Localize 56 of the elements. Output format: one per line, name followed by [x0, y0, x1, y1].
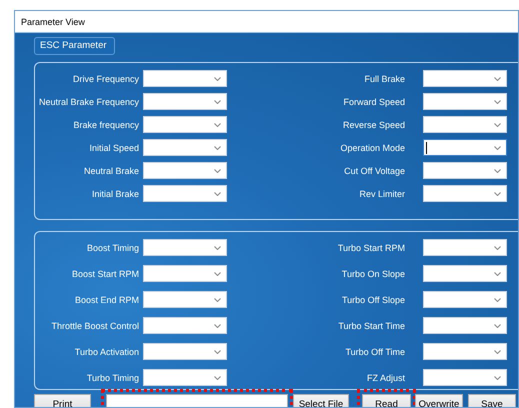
chevron-down-icon [494, 350, 501, 354]
field-label: Turbo Off Slope [340, 294, 406, 304]
field-label: Forward Speed [342, 96, 406, 106]
field-label: Turbo Timing [86, 372, 139, 382]
action-button[interactable]: Select File [293, 394, 349, 407]
action-button[interactable]: Read [362, 394, 411, 407]
chevron-down-icon [214, 272, 221, 276]
field-label: FZ Adjust [366, 372, 406, 382]
chevron-down-icon [214, 168, 221, 172]
chevron-down-icon [214, 298, 221, 302]
chevron-down-icon [214, 350, 221, 354]
chevron-down-icon [214, 246, 221, 250]
field-label: Full Brake [363, 74, 406, 84]
chevron-down-icon [214, 122, 221, 126]
chevron-down-icon [494, 246, 501, 250]
chevron-down-icon [494, 100, 501, 104]
action-button[interactable]: Print [34, 394, 91, 407]
chevron-down-icon [214, 146, 221, 150]
field-label: Boost Timing [86, 242, 139, 252]
field-label: Turbo Off Time [344, 346, 406, 356]
field-label: Turbo Activation [74, 346, 139, 356]
dropdown-field[interactable] [423, 139, 507, 156]
field-label: Brake frequency [72, 120, 139, 130]
chevron-down-icon [214, 192, 221, 196]
window-title: Parameter View [21, 16, 85, 26]
field-label: Boost End RPM [74, 294, 139, 304]
field-label: Initial Speed [88, 142, 139, 152]
chevron-down-icon [214, 76, 221, 80]
field-label: Turbo Start Time [337, 320, 406, 330]
group-title: ESC Parameter [34, 37, 115, 55]
field-label: Neutral Brake Frequency [38, 96, 139, 106]
chevron-down-icon [494, 192, 501, 196]
field-label: Turbo Start RPM [336, 242, 406, 252]
field-label: Rev Limiter [358, 188, 406, 198]
chevron-down-icon [214, 100, 221, 104]
field-label: Throttle Boost Control [50, 320, 139, 330]
chevron-down-icon [494, 146, 501, 150]
field-label: Operation Mode [339, 142, 406, 152]
chevron-down-icon [494, 376, 501, 380]
chevron-down-icon [494, 76, 501, 80]
chevron-down-icon [214, 376, 221, 380]
field-label: Initial Brake [90, 188, 139, 198]
chevron-down-icon [494, 324, 501, 328]
chevron-down-icon [494, 168, 501, 172]
field-label: Cut Off Voltage [343, 166, 406, 176]
field-label: Turbo On Slope [340, 268, 406, 278]
chevron-down-icon [494, 298, 501, 302]
field-label: Reverse Speed [342, 120, 406, 130]
chevron-down-icon [494, 272, 501, 276]
field-label: Drive Frequency [72, 74, 139, 84]
action-button[interactable]: Save [468, 394, 516, 407]
action-button[interactable]: Overwrite [415, 394, 463, 407]
field-label: Neutral Brake [82, 166, 139, 176]
chevron-down-icon [214, 324, 221, 328]
field-label: Boost Start RPM [70, 268, 139, 278]
chevron-down-icon [494, 122, 501, 126]
